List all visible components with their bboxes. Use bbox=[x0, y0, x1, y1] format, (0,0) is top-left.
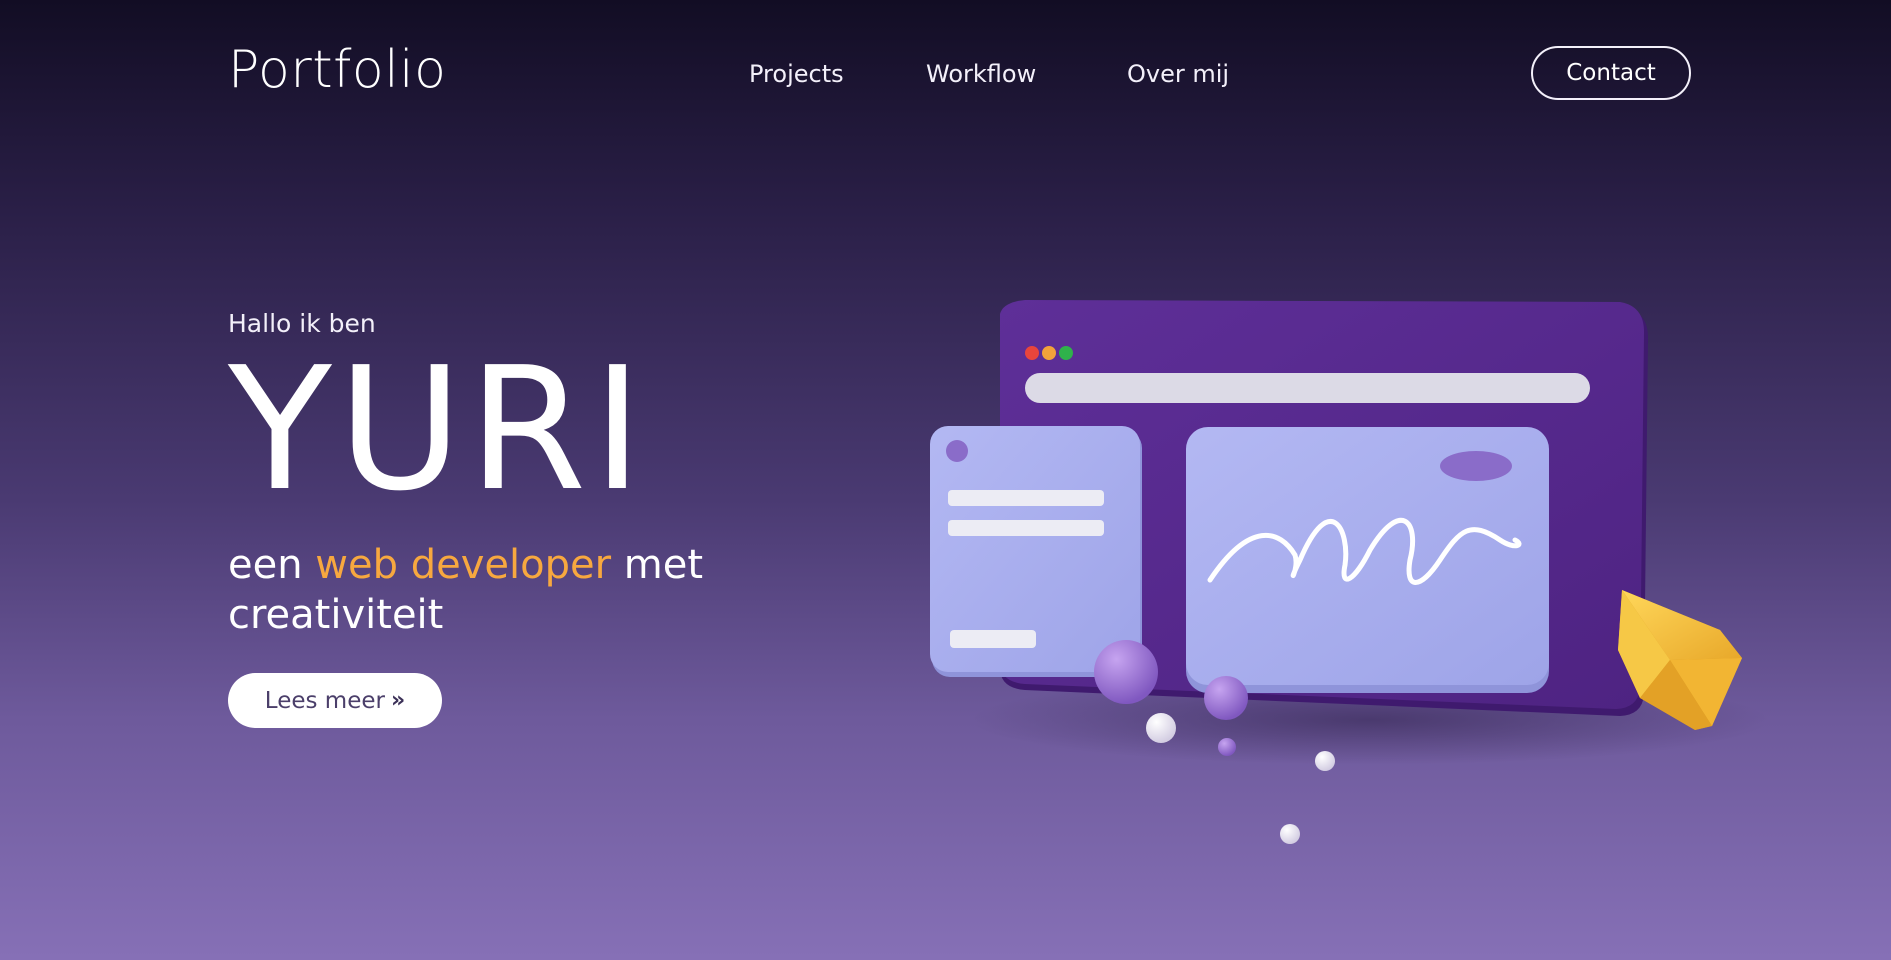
nav-link-over-mij[interactable]: Over mij bbox=[1127, 60, 1229, 88]
nav-link-workflow[interactable]: Workflow bbox=[926, 60, 1036, 88]
window-control-dots bbox=[1025, 346, 1073, 360]
side-card-line-2 bbox=[948, 520, 1104, 536]
main-content-card bbox=[1186, 427, 1549, 693]
minimize-dot-icon bbox=[1042, 346, 1056, 360]
tagline-start: een bbox=[228, 542, 303, 588]
hero-tagline: een web developer met creativiteit bbox=[228, 540, 788, 640]
3d-browser-window-illustration bbox=[930, 300, 1770, 844]
maximize-dot-icon bbox=[1059, 346, 1073, 360]
lees-meer-label: Lees meer bbox=[264, 687, 385, 714]
hero-name: YURI bbox=[228, 331, 649, 529]
image-placeholder bbox=[1440, 451, 1512, 481]
side-card bbox=[930, 426, 1142, 677]
logo[interactable]: Portfolio bbox=[228, 40, 446, 100]
contact-button[interactable]: Contact bbox=[1531, 46, 1691, 100]
double-chevron-right-icon: » bbox=[390, 688, 406, 713]
tagline-accent: web developer bbox=[315, 542, 612, 588]
close-dot-icon bbox=[1025, 346, 1039, 360]
address-bar bbox=[1025, 373, 1590, 403]
side-card-line-1 bbox=[948, 490, 1104, 506]
side-card-button bbox=[950, 630, 1036, 648]
lees-meer-button[interactable]: Lees meer » bbox=[228, 673, 442, 728]
side-card-avatar bbox=[946, 440, 968, 462]
nav-link-projects[interactable]: Projects bbox=[749, 60, 844, 88]
